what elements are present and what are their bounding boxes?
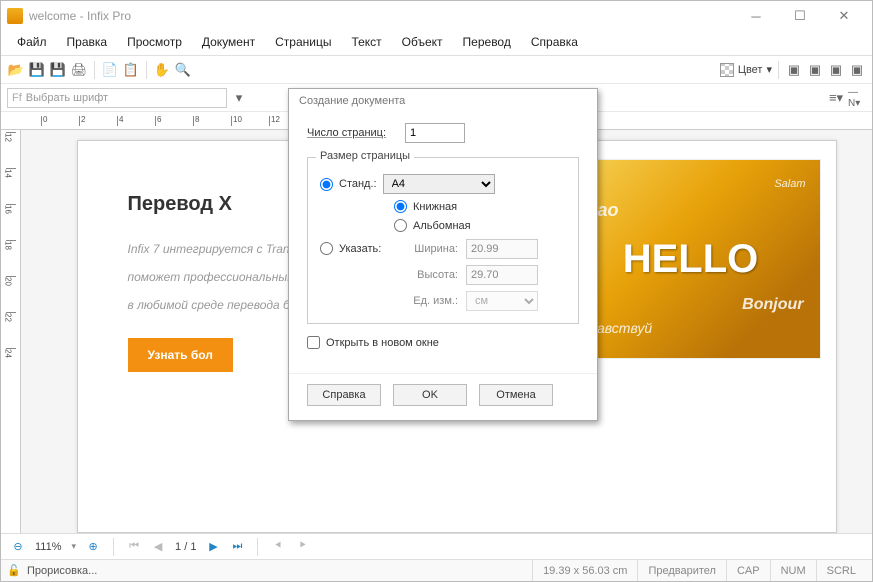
toolbar-main: 📂 💾 💾 🖨 📄 📋 ✋ 🔍 Цвет ▾ ▣ ▣ ▣ ▣ — [1, 56, 872, 84]
status-preview[interactable]: Предварител — [637, 560, 726, 581]
status-scrl: SCRL — [816, 560, 866, 581]
color-swatch-icon[interactable] — [720, 63, 734, 77]
menu-text[interactable]: Текст — [341, 33, 391, 51]
status-cap: CAP — [726, 560, 770, 581]
portrait-label[interactable]: Книжная — [413, 201, 457, 213]
titlebar: welcome - Infix Pro ─ ☐ ✕ — [1, 1, 872, 31]
status-render: Прорисовка... — [27, 565, 97, 577]
next-page-icon[interactable]: ▶ — [206, 540, 220, 554]
hand-icon[interactable]: ✋ — [153, 61, 171, 79]
saveall-icon[interactable]: 💾 — [49, 61, 67, 79]
open-new-label[interactable]: Открыть в новом окне — [326, 337, 439, 349]
open-icon[interactable]: 📂 — [7, 61, 25, 79]
hero-image: Hallo Ciao Salam HELLO Bonjour дравствуй — [561, 159, 821, 359]
width-input — [466, 239, 538, 259]
paste-icon[interactable]: 📋 — [122, 61, 140, 79]
menu-object[interactable]: Объект — [392, 33, 453, 51]
height-input — [466, 265, 538, 285]
standard-radio[interactable] — [320, 178, 333, 191]
close-button[interactable]: ✕ — [822, 1, 866, 31]
help-button[interactable]: Справка — [307, 384, 381, 406]
width-label: Ширина: — [394, 243, 458, 255]
ruler-vertical: 12141618202224 — [1, 130, 21, 533]
units-label: Ед. изм.: — [394, 295, 458, 307]
ok-button[interactable]: OK — [393, 384, 467, 406]
learn-more-button[interactable]: Узнать бол — [128, 338, 233, 372]
page-indicator[interactable]: 1 / 1 — [175, 541, 196, 553]
menu-document[interactable]: Документ — [192, 33, 265, 51]
page-size-group: Размер страницы Станд.: A4 Книжная Альбо… — [307, 157, 579, 324]
save-icon[interactable]: 💾 — [28, 61, 46, 79]
tool-c-icon[interactable]: ▣ — [827, 61, 845, 79]
height-label: Высота: — [394, 269, 458, 281]
zoom-dropdown-icon[interactable]: ▾ — [72, 541, 77, 552]
standard-label[interactable]: Станд.: — [339, 178, 377, 190]
hello-text: HELLO — [623, 237, 759, 282]
print-icon[interactable]: 🖨 — [70, 61, 88, 79]
tool-a-icon[interactable]: ▣ — [785, 61, 803, 79]
menubar: Файл Правка Просмотр Документ Страницы Т… — [1, 31, 872, 56]
status-num: NUM — [770, 560, 816, 581]
minimize-button[interactable]: ─ — [734, 1, 778, 31]
paper-size-select[interactable]: A4 — [383, 174, 495, 194]
zoom-in-icon[interactable]: ⊕ — [86, 540, 100, 554]
zoom-value[interactable]: 111% — [35, 541, 62, 553]
landscape-label[interactable]: Альбомная — [413, 220, 471, 232]
custom-label[interactable]: Указать: — [339, 243, 395, 255]
pages-label: Число страниц: — [307, 127, 397, 139]
last-page-icon[interactable]: ⏭ — [230, 540, 244, 554]
menu-view[interactable]: Просмотр — [117, 33, 192, 51]
app-icon — [7, 8, 23, 24]
units-select: см — [466, 291, 538, 311]
prev-page-icon[interactable]: ◀ — [151, 540, 165, 554]
copy-icon[interactable]: 📄 — [101, 61, 119, 79]
menu-pages[interactable]: Страницы — [265, 33, 341, 51]
maximize-button[interactable]: ☐ — [778, 1, 822, 31]
color-label[interactable]: Цвет — [738, 64, 763, 76]
nav-fwd-icon[interactable]: ⯈ — [295, 540, 309, 554]
window-title: welcome - Infix Pro — [29, 9, 734, 23]
font-icon: Ff — [12, 92, 22, 104]
pages-input[interactable] — [405, 123, 465, 143]
pagebar: ⊖ 111% ▾ ⊕ ⏮ ◀ 1 / 1 ▶ ⏭ ⯇ ⯈ — [1, 533, 872, 559]
custom-radio[interactable] — [320, 242, 333, 255]
font-selector[interactable]: Ff Выбрать шрифт — [7, 88, 227, 108]
font-dropdown-icon[interactable]: ▾ — [230, 89, 248, 107]
tool-b-icon[interactable]: ▣ — [806, 61, 824, 79]
dialog-title: Создание документа — [289, 89, 597, 113]
zoom-icon[interactable]: 🔍 — [174, 61, 192, 79]
size-legend: Размер страницы — [316, 150, 414, 162]
color-dropdown-icon[interactable]: ▾ — [766, 63, 772, 76]
menu-file[interactable]: Файл — [7, 33, 57, 51]
menu-help[interactable]: Справка — [521, 33, 588, 51]
nav-back-icon[interactable]: ⯇ — [271, 540, 285, 554]
lock-icon: 🔓 — [7, 564, 21, 578]
first-page-icon[interactable]: ⏮ — [127, 540, 141, 554]
landscape-radio[interactable] — [394, 219, 407, 232]
menu-translate[interactable]: Перевод — [453, 33, 521, 51]
portrait-radio[interactable] — [394, 200, 407, 213]
cancel-button[interactable]: Отмена — [479, 384, 553, 406]
open-new-checkbox[interactable] — [307, 336, 320, 349]
line-style-icon[interactable]: ≡▾ — [827, 89, 845, 107]
status-coords: 19.39 x 56.03 cm — [532, 560, 637, 581]
menu-edit[interactable]: Правка — [57, 33, 118, 51]
tool-d-icon[interactable]: ▣ — [848, 61, 866, 79]
new-document-dialog: Создание документа Число страниц: Размер… — [288, 88, 598, 421]
zoom-out-icon[interactable]: ⊖ — [11, 540, 25, 554]
line-n-icon[interactable]: —N▾ — [848, 89, 866, 107]
statusbar: 🔓 Прорисовка... 19.39 x 56.03 cm Предвар… — [1, 559, 872, 581]
